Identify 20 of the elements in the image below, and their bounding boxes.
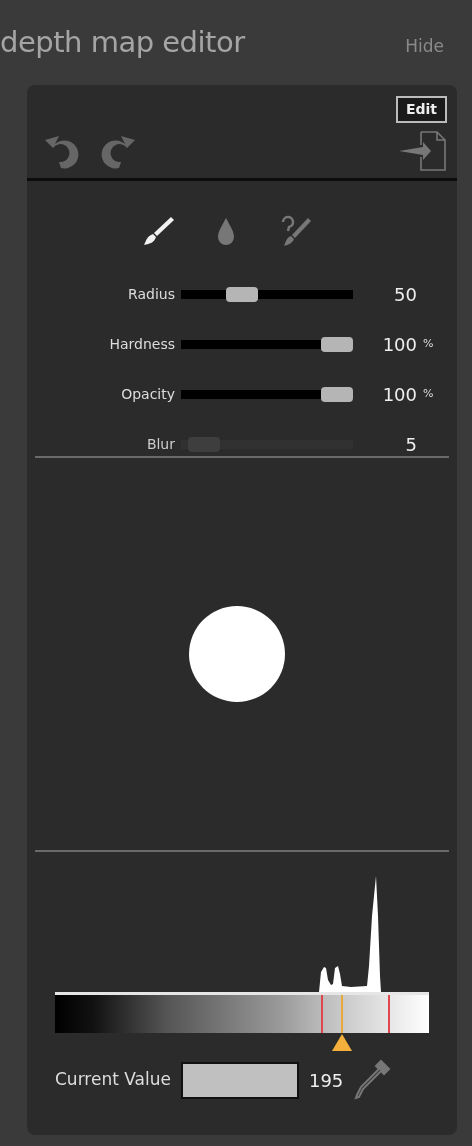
slider-label: Blur bbox=[145, 435, 175, 454]
slider-thumb[interactable] bbox=[321, 387, 353, 402]
slider-label: Hardness bbox=[108, 335, 175, 354]
slider-thumb[interactable] bbox=[321, 337, 353, 352]
slider-value: 5 bbox=[404, 433, 417, 457]
percent-unit: % bbox=[422, 386, 435, 403]
current-value-reading: 195 bbox=[308, 1068, 344, 1093]
slider-value: 100 bbox=[381, 333, 417, 357]
brush-icon[interactable] bbox=[141, 214, 177, 248]
slider-value: 100 bbox=[381, 383, 417, 407]
value-pointer-icon[interactable] bbox=[332, 1034, 353, 1051]
percent-unit: % bbox=[422, 336, 435, 353]
slider-thumb[interactable] bbox=[225, 287, 258, 302]
edit-button[interactable]: Edit bbox=[395, 96, 447, 123]
eyedropper-icon[interactable] bbox=[353, 1059, 392, 1101]
slider-label: Opacity bbox=[120, 385, 175, 404]
current-value-label: Current Value bbox=[55, 1068, 171, 1092]
app-title: depth map editor bbox=[0, 28, 245, 57]
slider-value: 50 bbox=[393, 283, 417, 307]
slider-label: Radius bbox=[127, 285, 175, 304]
